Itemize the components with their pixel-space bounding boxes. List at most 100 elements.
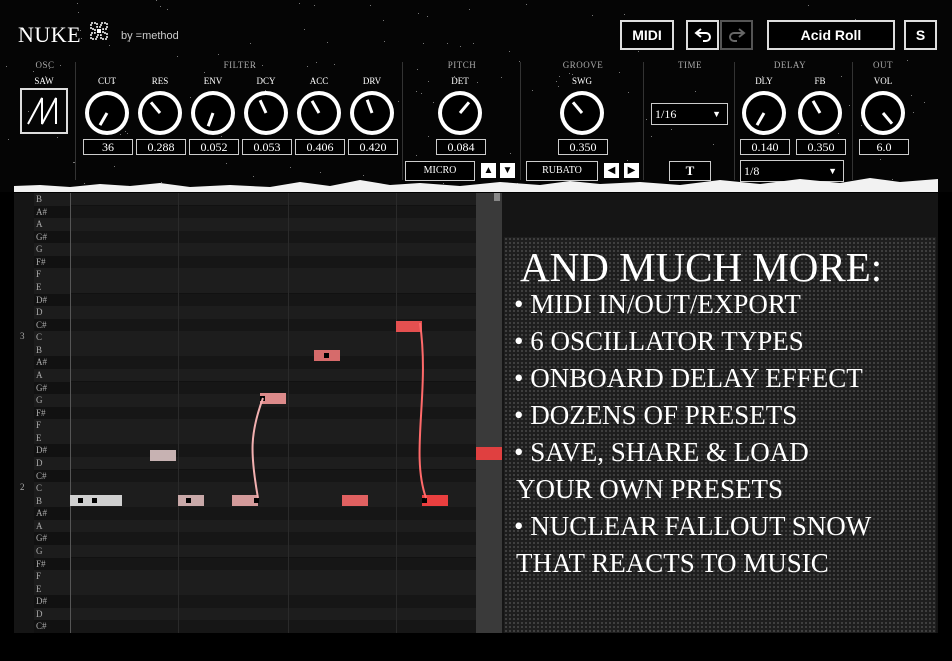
time-section-label: TIME xyxy=(678,60,702,70)
drv-value-display[interactable]: 0.420 xyxy=(348,139,398,155)
snow-particle xyxy=(423,43,424,44)
snow-particle xyxy=(250,43,251,44)
fb-knob[interactable] xyxy=(795,88,845,138)
oscillator-type-button[interactable] xyxy=(20,88,68,134)
piano-key[interactable]: F# xyxy=(34,557,70,571)
vol-knob[interactable] xyxy=(858,88,908,138)
piano-key[interactable]: F# xyxy=(34,406,70,420)
vol-value-display[interactable]: 6.0 xyxy=(859,139,909,155)
env-knob[interactable] xyxy=(188,88,238,138)
det-value-display[interactable]: 0.084 xyxy=(436,139,486,155)
piano-key[interactable]: C# xyxy=(34,620,70,633)
dcy-value-display[interactable]: 0.053 xyxy=(242,139,292,155)
piano-key[interactable]: C xyxy=(34,331,70,344)
piano-key[interactable]: D# xyxy=(34,595,70,608)
piano-key[interactable]: G xyxy=(34,243,70,256)
piano-key[interactable]: C# xyxy=(34,469,70,483)
time-division-value: 1/16 xyxy=(655,107,677,121)
snow-particle xyxy=(592,15,593,16)
piano-key[interactable]: G xyxy=(34,545,70,558)
snow-particle xyxy=(421,93,422,94)
swg-knob[interactable] xyxy=(557,88,607,138)
promo-line: • 6 OSCILLATOR TYPES xyxy=(514,326,804,356)
dly-value-display[interactable]: 0.140 xyxy=(740,139,790,155)
env-value-display[interactable]: 0.052 xyxy=(189,139,239,155)
piano-key[interactable]: D# xyxy=(34,444,70,457)
det-knob[interactable] xyxy=(435,88,485,138)
midi-button[interactable]: MIDI xyxy=(620,20,674,50)
piano-key[interactable]: B xyxy=(34,193,70,206)
piano-key[interactable]: C xyxy=(34,482,70,495)
snow-particle xyxy=(841,76,842,77)
bottom-bar xyxy=(0,636,952,661)
piano-key[interactable]: A# xyxy=(34,356,70,369)
det-knob-label: DET xyxy=(451,76,469,86)
note-grid[interactable] xyxy=(70,193,490,633)
piano-key[interactable]: D xyxy=(34,607,70,621)
piano-key[interactable]: E xyxy=(34,281,70,294)
time-division-select[interactable]: 1/16 ▼ xyxy=(651,103,728,125)
piano-key[interactable]: A# xyxy=(34,507,70,520)
snow-particle xyxy=(880,159,881,160)
snow-particle xyxy=(427,16,428,17)
piano-key[interactable]: A xyxy=(34,519,70,533)
env-knob-label: ENV xyxy=(203,76,223,86)
snow-particle xyxy=(73,162,74,163)
piano-key[interactable]: B xyxy=(34,343,70,357)
res-knob[interactable] xyxy=(135,88,185,138)
piano-key[interactable]: F xyxy=(34,570,70,583)
fb-value-display[interactable]: 0.350 xyxy=(796,139,846,155)
piano-key[interactable]: G# xyxy=(34,230,70,244)
piano-key[interactable]: G# xyxy=(34,381,70,395)
snow-particle xyxy=(33,71,34,72)
piano-key[interactable]: C# xyxy=(34,318,70,332)
piano-key[interactable]: D xyxy=(34,457,70,470)
piano-key[interactable]: A# xyxy=(34,205,70,219)
piano-key[interactable]: E xyxy=(34,431,70,445)
snow-particle xyxy=(299,3,300,4)
pitch-section-label: PITCH xyxy=(447,60,477,70)
out-section-label: OUT xyxy=(873,60,893,70)
piano-key[interactable]: D# xyxy=(34,293,70,307)
swg-value-display[interactable]: 0.350 xyxy=(558,139,608,155)
piano-key[interactable]: G xyxy=(34,394,70,407)
preset-name-display[interactable]: Acid Roll xyxy=(767,20,895,50)
piano-key[interactable]: G# xyxy=(34,532,70,545)
piano-key[interactable]: A xyxy=(34,369,70,382)
acc-knob-label: ACC xyxy=(309,76,329,86)
snow-particle xyxy=(671,129,672,130)
cut-knob[interactable] xyxy=(82,88,132,138)
piano-roll[interactable]: B A# A G# G F# F E D# D C# C B A# A G# G F# F E D# D C# C B A# A G#… xyxy=(14,193,938,633)
drv-knob[interactable] xyxy=(347,88,397,138)
snow-particle xyxy=(290,167,291,168)
snow-particle xyxy=(849,105,850,106)
snow-particle xyxy=(559,76,560,77)
piano-key[interactable]: F xyxy=(34,419,70,432)
snow-particle xyxy=(416,91,417,92)
piano-key[interactable]: D xyxy=(34,306,70,319)
piano-key[interactable]: F xyxy=(34,268,70,281)
promo-heading: AND MUCH MORE: xyxy=(520,244,883,290)
cut-value-display[interactable]: 36 xyxy=(83,139,133,155)
piano-key[interactable]: E xyxy=(34,582,70,596)
snow-particle xyxy=(307,66,308,67)
acc-value-display[interactable]: 0.406 xyxy=(295,139,345,155)
piano-key[interactable]: B xyxy=(34,494,70,508)
piano-key[interactable]: A xyxy=(34,218,70,231)
snow-particle xyxy=(713,144,714,145)
snow-particle xyxy=(638,51,639,52)
undo-button[interactable] xyxy=(686,20,719,50)
redo-button[interactable] xyxy=(720,20,753,50)
snow-particle xyxy=(226,163,227,164)
snow-particle xyxy=(334,64,335,65)
snow-particle xyxy=(78,12,79,13)
dly-knob[interactable] xyxy=(739,88,789,138)
save-preset-button[interactable]: S xyxy=(904,20,937,50)
drv-knob-label: DRV xyxy=(362,76,382,86)
res-value-display[interactable]: 0.288 xyxy=(136,139,186,155)
snow-particle xyxy=(572,74,573,75)
dcy-knob[interactable] xyxy=(241,88,291,138)
acc-knob[interactable] xyxy=(294,88,344,138)
snow-particle xyxy=(316,62,317,63)
piano-key[interactable]: F# xyxy=(34,255,70,269)
